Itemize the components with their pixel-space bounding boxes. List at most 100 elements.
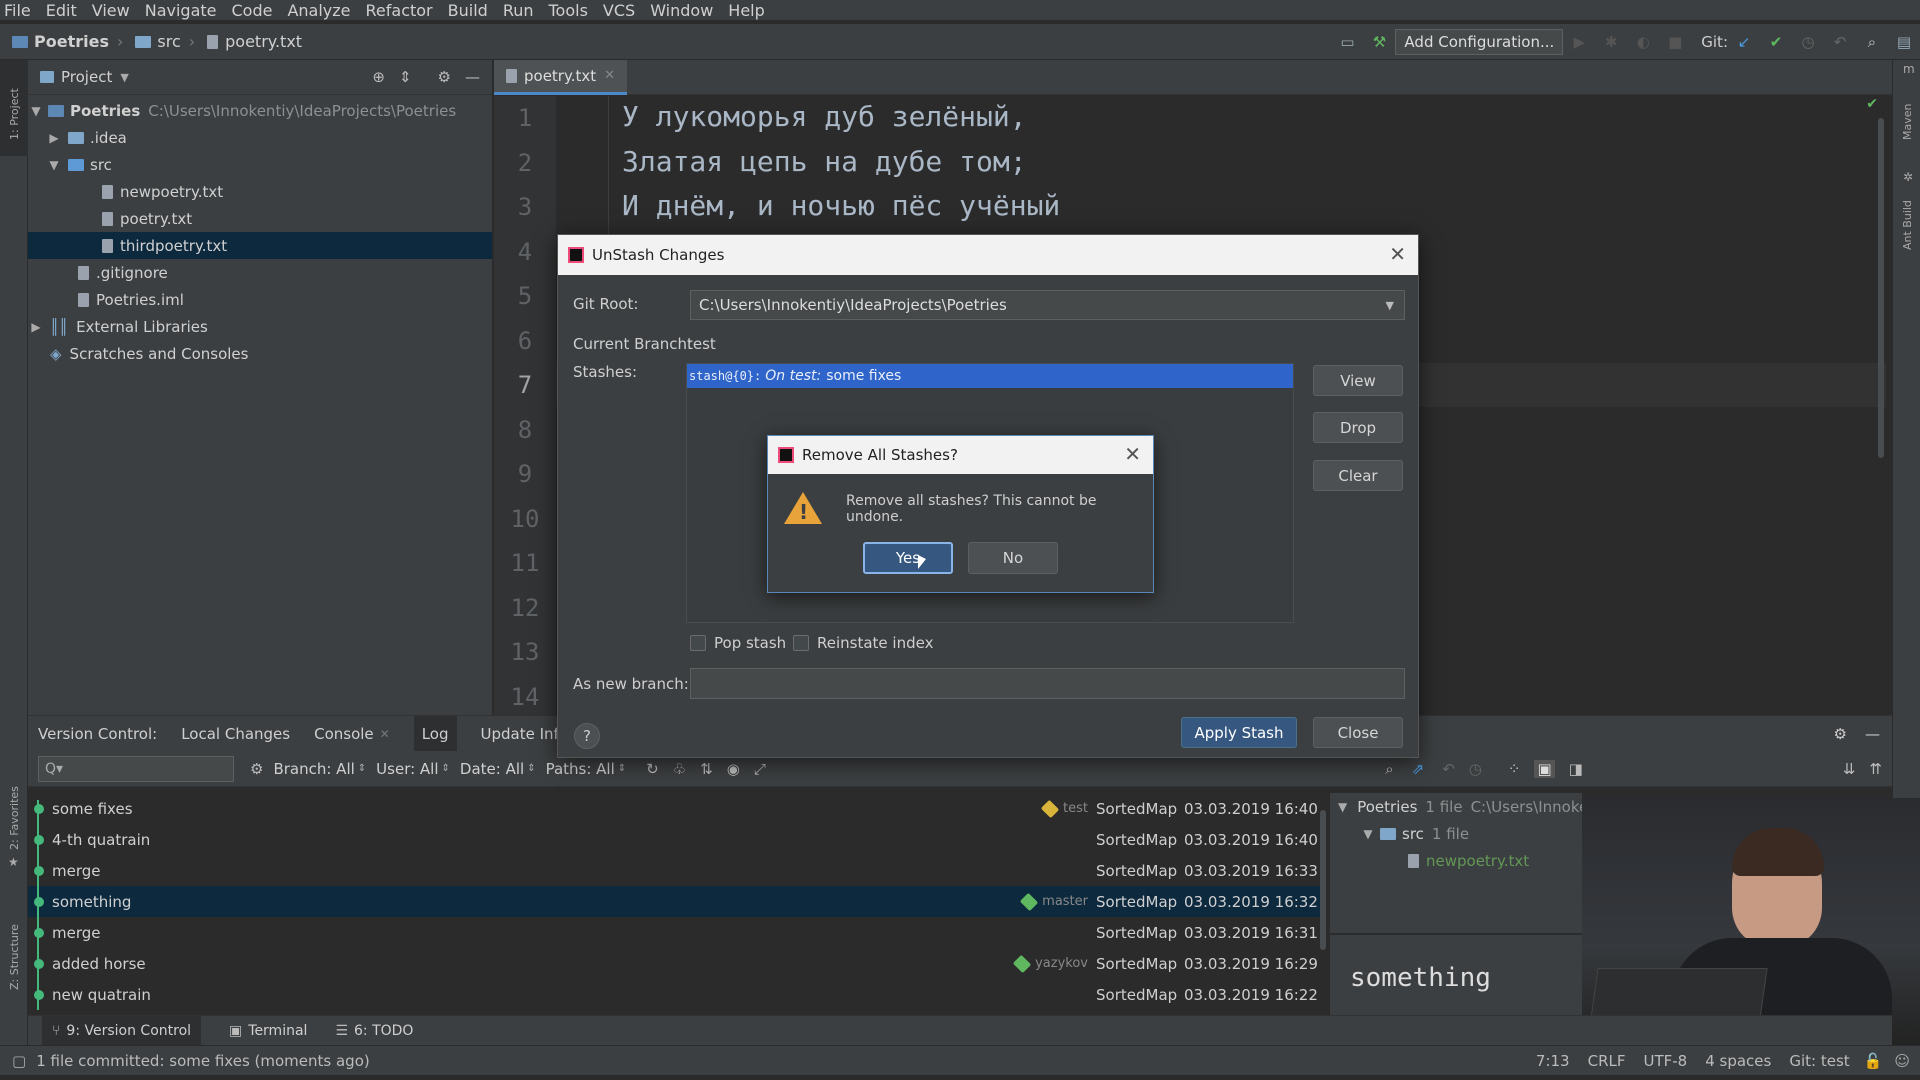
expand-all-icon[interactable]: ⇊ [1843, 760, 1856, 778]
expand-arrow-icon[interactable]: ▼ [46, 158, 62, 172]
vcs-operations-icon[interactable]: ▤ [1893, 31, 1915, 53]
menu-vcs[interactable]: VCS [603, 1, 635, 20]
pop-stash-checkbox[interactable]: Pop stash [690, 634, 786, 652]
clear-button[interactable]: Clear [1313, 460, 1403, 491]
hide-panel-icon[interactable]: — [465, 68, 480, 86]
stash-item[interactable]: stash@{0}: On test: some fixes [687, 364, 1293, 388]
reinstate-index-checkbox[interactable]: Reinstate index [793, 634, 933, 652]
coverage-icon[interactable]: ◐ [1632, 31, 1654, 53]
tab-log[interactable]: Log [413, 715, 457, 752]
ant-tool-label[interactable]: Ant Build [1901, 200, 1914, 250]
cherry-pick-icon[interactable]: ♧ [673, 760, 686, 778]
menu-view[interactable]: View [92, 1, 130, 20]
chevron-down-icon[interactable]: ▼ [120, 71, 128, 84]
breadcrumb-file[interactable]: poetry.txt [207, 32, 302, 51]
branch-filter[interactable]: Branch: All [273, 760, 354, 778]
table-row[interactable]: merge SortedMap 03.03.2019 16:33 [28, 855, 1324, 886]
tab-poetry-txt[interactable]: poetry.txt ✕ [494, 59, 628, 95]
locate-icon[interactable]: ⊕ [372, 68, 385, 86]
layout-right-icon[interactable]: ◨ [1569, 760, 1583, 778]
menu-file[interactable]: File [4, 1, 31, 20]
revert-icon[interactable]: ↶ [1442, 760, 1455, 778]
menu-run[interactable]: Run [503, 1, 534, 20]
collapse-all-icon[interactable]: ⇕ [399, 68, 412, 86]
expand-arrow-icon[interactable]: ▼ [1338, 800, 1347, 814]
checkbox-box[interactable] [793, 635, 809, 651]
menu-refactor[interactable]: Refactor [366, 1, 433, 20]
menu-window[interactable]: Window [650, 1, 713, 20]
file-encoding[interactable]: UTF-8 [1643, 1052, 1687, 1070]
caret-position[interactable]: 7:13 [1536, 1052, 1570, 1070]
search-icon[interactable]: ⌕ [1385, 760, 1393, 778]
maven-tool-label[interactable]: Maven [1901, 104, 1914, 140]
tree-item-scratches[interactable]: ◈ Scratches and Consoles [28, 340, 492, 367]
table-row[interactable]: merge SortedMap 03.03.2019 16:31 [28, 917, 1324, 948]
user-filter[interactable]: User: All [376, 760, 438, 778]
tree-item-root[interactable]: ▼ Poetries C:\Users\Innokentiy\IdeaProje… [28, 97, 492, 124]
close-icon[interactable]: ✕ [1389, 242, 1406, 266]
changes-file[interactable]: newpoetry.txt [1330, 847, 1582, 874]
search-icon[interactable]: ⌕ [1861, 31, 1883, 53]
gear-icon[interactable]: ⚙ [250, 760, 263, 778]
close-icon[interactable]: ✕ [380, 727, 390, 741]
favorites-tool-label[interactable]: 2: Favorites [8, 786, 21, 850]
breadcrumb-project[interactable]: Poetries › [12, 32, 123, 51]
date-filter[interactable]: Date: All [460, 760, 524, 778]
lock-icon[interactable]: 🔓 [1864, 1052, 1883, 1070]
changes-root[interactable]: ▼ Poetries 1 file C:\Users\Innoke [1330, 793, 1588, 820]
status-message[interactable]: 1 file committed: some fixes (moments ag… [36, 1052, 370, 1070]
build-hammer-icon[interactable]: ⚒ [1368, 31, 1390, 53]
tree-item-iml[interactable]: Poetries.iml [28, 286, 492, 313]
layout-bottom-icon[interactable]: ▣ [1534, 759, 1555, 778]
gear-icon[interactable]: ⚙ [1834, 725, 1847, 743]
view-button[interactable]: View [1313, 365, 1403, 396]
expand-icon[interactable]: ⤢ [754, 760, 766, 778]
code-line[interactable]: И днём, и ночью пёс учёный [556, 185, 1886, 230]
close-icon[interactable]: ✕ [604, 68, 615, 83]
tab-local-changes[interactable]: Local Changes [181, 725, 290, 743]
expand-arrow-icon[interactable]: ▼ [28, 104, 44, 118]
refresh-icon[interactable]: ↻ [646, 760, 659, 778]
log-search-input[interactable]: Q▾ [38, 755, 234, 782]
add-configuration-button[interactable]: Add Configuration... [1395, 28, 1564, 55]
changes-src[interactable]: ▼ src 1 file [1330, 820, 1582, 847]
git-update-icon[interactable]: ↙ [1733, 31, 1755, 53]
git-branch-status[interactable]: Git: test [1789, 1052, 1849, 1070]
collapse-all-icon[interactable]: ⇈ [1869, 760, 1882, 778]
tool-tab-todo[interactable]: ☰ 6: TODO [335, 1023, 413, 1039]
run-icon[interactable]: ▶ [1568, 31, 1590, 53]
tree-item-newpoetry[interactable]: newpoetry.txt [28, 178, 492, 205]
gear-icon[interactable]: ⚙ [438, 68, 451, 86]
git-commit-icon[interactable]: ✔ [1765, 31, 1787, 53]
new-branch-input[interactable] [690, 668, 1405, 699]
diff-icon[interactable]: ⇗ [1412, 760, 1425, 778]
table-row[interactable]: new quatrain SortedMap 03.03.2019 16:22 [28, 979, 1324, 1010]
close-icon[interactable]: ✕ [1124, 442, 1141, 466]
revert-icon[interactable]: ↶ [1829, 31, 1851, 53]
line-separator[interactable]: CRLF [1588, 1052, 1626, 1070]
tree-item-gitignore[interactable]: .gitignore [28, 259, 492, 286]
menu-help[interactable]: Help [728, 1, 764, 20]
hide-panel-icon[interactable]: — [1865, 725, 1880, 743]
tree-item-thirdpoetry[interactable]: thirdpoetry.txt [28, 232, 492, 259]
paths-filter[interactable]: Paths: All [546, 760, 615, 778]
project-structure-icon[interactable]: ▭ [1336, 31, 1358, 53]
git-root-select[interactable]: C:\Users\Innokentiy\IdeaProjects\Poetrie… [690, 290, 1405, 320]
tool-tab-version-control[interactable]: ⑂ 9: Version Control [42, 1015, 202, 1046]
group-by-icon[interactable]: ⁘ [1508, 760, 1521, 778]
no-button[interactable]: No [968, 542, 1058, 574]
menu-tools[interactable]: Tools [549, 1, 588, 20]
menu-code[interactable]: Code [232, 1, 273, 20]
table-row[interactable]: 4-th quatrain SortedMap 03.03.2019 16:40 [28, 824, 1324, 855]
tree-item-external-libraries[interactable]: ▶ ║║ External Libraries [28, 313, 492, 340]
sort-icon[interactable]: ⇅ [700, 760, 713, 778]
log-scrollbar[interactable] [1320, 810, 1326, 950]
eye-icon[interactable]: ◉ [727, 760, 740, 778]
breadcrumb-folder[interactable]: src › [135, 32, 195, 51]
code-line[interactable]: Златая цепь на дубе том; [556, 141, 1886, 186]
checkbox-box[interactable] [690, 635, 706, 651]
menu-edit[interactable]: Edit [46, 1, 77, 20]
apply-stash-button[interactable]: Apply Stash [1181, 717, 1297, 748]
editor-scrollbar[interactable] [1878, 118, 1884, 458]
inspector-icon[interactable]: ☺ [1894, 1052, 1910, 1070]
